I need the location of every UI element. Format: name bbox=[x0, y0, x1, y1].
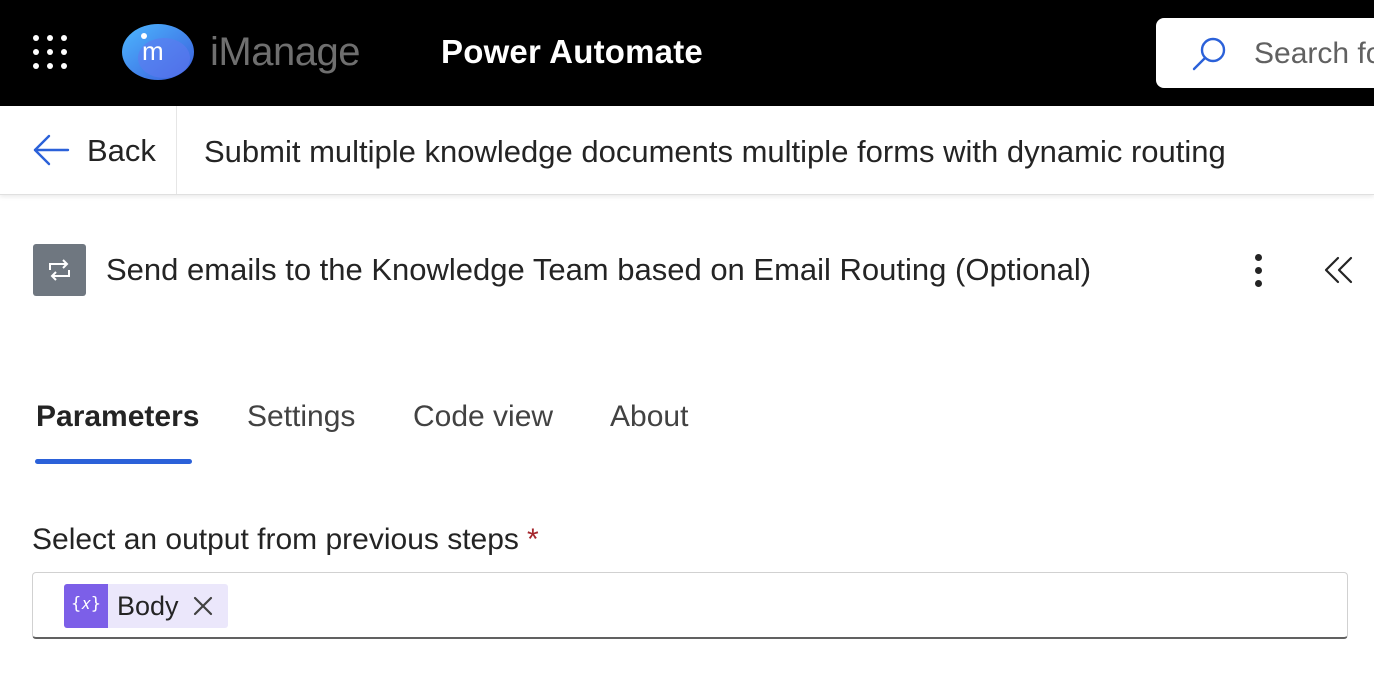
dynamic-content-token[interactable]: {𝑥} Body bbox=[64, 584, 228, 628]
search-placeholder: Search fo bbox=[1254, 37, 1374, 70]
imanage-logo-icon: m bbox=[122, 24, 194, 80]
remove-token-icon[interactable] bbox=[192, 595, 214, 617]
arrow-left-icon bbox=[33, 134, 70, 166]
output-select-input[interactable]: {𝑥} Body bbox=[32, 572, 1348, 639]
required-marker: * bbox=[526, 523, 539, 556]
back-label: Back bbox=[87, 133, 156, 168]
field-label-text: Select an output from previous steps bbox=[32, 523, 519, 556]
tab-settings[interactable]: Settings bbox=[247, 400, 355, 434]
tab-parameters[interactable]: Parameters bbox=[36, 400, 199, 434]
brand-logo: m iManage bbox=[120, 22, 380, 82]
tab-about[interactable]: About bbox=[610, 400, 688, 434]
search-input[interactable]: Search fo bbox=[1156, 18, 1374, 88]
svg-text:m: m bbox=[142, 36, 164, 66]
app-launcher-icon[interactable] bbox=[33, 35, 67, 69]
top-app-bar: m iManage Power Automate Search fo bbox=[0, 0, 1374, 106]
tab-code-view[interactable]: Code view bbox=[413, 400, 553, 434]
app-title[interactable]: Power Automate bbox=[441, 33, 703, 71]
command-bar: Back Submit multiple knowledge documents… bbox=[0, 106, 1374, 195]
field-label: Select an output from previous steps * bbox=[32, 523, 539, 557]
more-options-button[interactable] bbox=[1245, 250, 1273, 290]
brand-name: iManage bbox=[210, 30, 360, 74]
search-icon bbox=[1192, 37, 1226, 71]
variable-icon: {𝑥} bbox=[64, 584, 108, 628]
flow-name: Submit multiple knowledge documents mult… bbox=[204, 134, 1226, 169]
divider bbox=[176, 106, 177, 194]
back-button[interactable]: Back bbox=[32, 106, 172, 194]
active-tab-indicator bbox=[35, 459, 192, 464]
loop-icon bbox=[33, 244, 86, 296]
token-label: Body bbox=[117, 591, 179, 621]
action-title[interactable]: Send emails to the Knowledge Team based … bbox=[106, 252, 1091, 288]
collapse-panel-icon[interactable] bbox=[1322, 253, 1356, 287]
